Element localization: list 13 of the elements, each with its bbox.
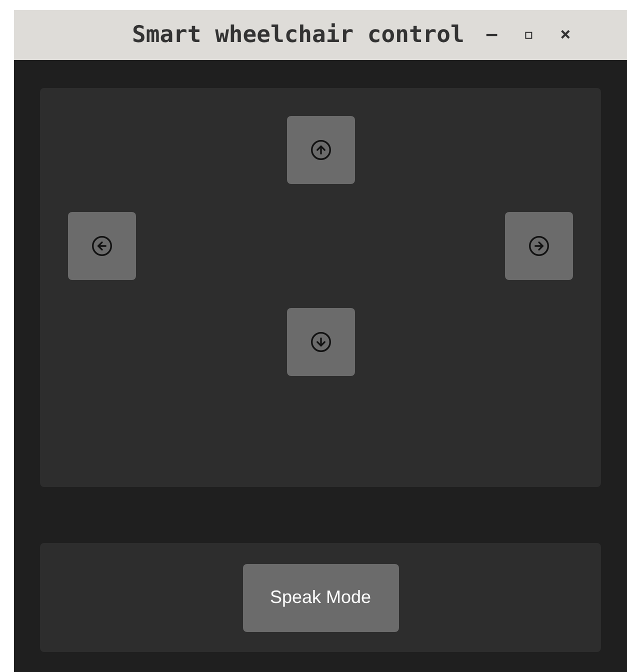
right-arrow-button[interactable] bbox=[505, 212, 573, 280]
up-arrow-button[interactable] bbox=[286, 116, 354, 184]
circle-arrow-up-icon bbox=[310, 139, 332, 161]
window-title: Smart wheelchair control bbox=[132, 20, 464, 50]
speak-mode-button[interactable]: Speak Mode bbox=[242, 564, 398, 632]
close-button[interactable]: × bbox=[560, 26, 571, 44]
circle-arrow-right-icon bbox=[528, 235, 550, 257]
maximize-button[interactable]: ▫ bbox=[523, 26, 534, 44]
minimize-button[interactable]: – bbox=[486, 26, 498, 44]
left-arrow-button[interactable] bbox=[68, 212, 136, 280]
circle-arrow-left-icon bbox=[91, 235, 113, 257]
down-arrow-button[interactable] bbox=[286, 308, 354, 376]
circle-arrow-down-icon bbox=[310, 331, 332, 353]
